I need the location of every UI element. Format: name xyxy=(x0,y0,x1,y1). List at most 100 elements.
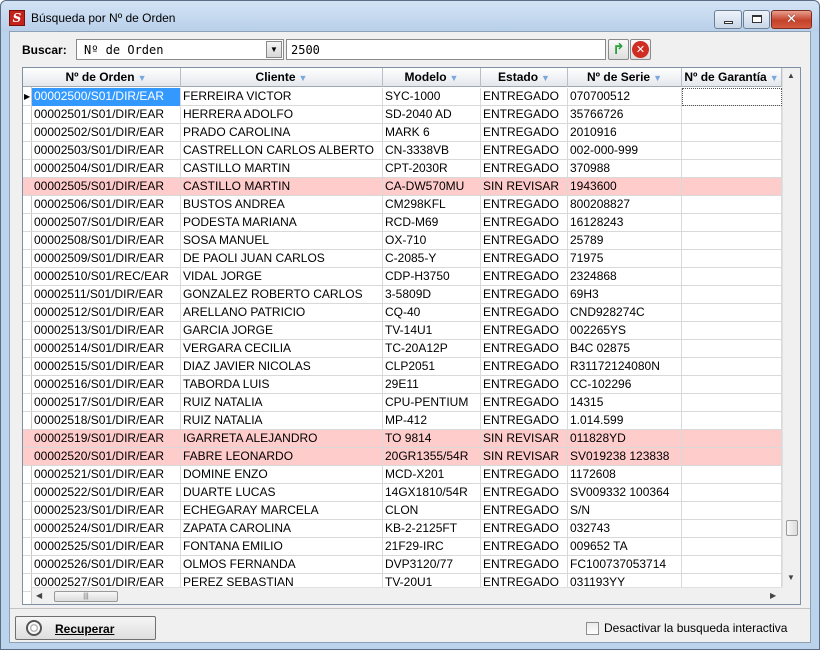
vertical-scroll-thumb[interactable] xyxy=(786,520,798,536)
table-row[interactable]: 00002516/S01/DIR/EAR TABORDA LUIS 29E11 ENT… xyxy=(23,376,782,394)
cell-serie[interactable]: 011828YD xyxy=(568,430,682,448)
cell-garantia[interactable] xyxy=(682,196,782,214)
table-row[interactable]: 00002524/S01/DIR/EAR ZAPATA CAROLINA KB-2-… xyxy=(23,520,782,538)
table-row[interactable]: 00002509/S01/DIR/EAR DE PAOLI JUAN CARLOS… xyxy=(23,250,782,268)
cell-cliente[interactable]: VERGARA CECILIA xyxy=(181,340,383,358)
minimize-button[interactable] xyxy=(714,10,742,29)
cell-garantia[interactable] xyxy=(682,448,782,466)
table-row[interactable]: 00002518/S01/DIR/EAR RUIZ NATALIA MP-412 EN… xyxy=(23,412,782,430)
cell-serie[interactable]: FC100737053714 xyxy=(568,556,682,574)
table-row[interactable]: ▶ 00002500/S01/DIR/EAR FERREIRA VICTOR SYC-… xyxy=(23,88,782,106)
cell-cliente[interactable]: TABORDA LUIS xyxy=(181,376,383,394)
cell-orden[interactable]: 00002522/S01/DIR/EAR xyxy=(32,484,181,502)
search-field-select[interactable]: Nº de Orden ▼ xyxy=(76,39,284,60)
cell-modelo[interactable]: SD-2040 AD xyxy=(383,106,481,124)
cell-cliente[interactable]: PODESTA MARIANA xyxy=(181,214,383,232)
table-row[interactable]: 00002505/S01/DIR/EAR CASTILLO MARTIN CA-DW… xyxy=(23,178,782,196)
cell-cliente[interactable]: DUARTE LUCAS xyxy=(181,484,383,502)
cell-serie[interactable]: 14315 xyxy=(568,394,682,412)
cell-garantia[interactable] xyxy=(682,160,782,178)
cell-orden[interactable]: 00002518/S01/DIR/EAR xyxy=(32,412,181,430)
cell-garantia[interactable] xyxy=(682,538,782,556)
cell-garantia[interactable] xyxy=(682,232,782,250)
cell-cliente[interactable]: RUIZ NATALIA xyxy=(181,394,383,412)
cell-garantia[interactable] xyxy=(682,340,782,358)
table-row[interactable]: 00002521/S01/DIR/EAR DOMINE ENZO MCD-X201 E… xyxy=(23,466,782,484)
cell-modelo[interactable]: 14GX1810/54R xyxy=(383,484,481,502)
cell-cliente[interactable]: DE PAOLI JUAN CARLOS xyxy=(181,250,383,268)
cell-garantia[interactable] xyxy=(682,268,782,286)
cell-orden[interactable]: 00002500/S01/DIR/EAR xyxy=(32,88,181,106)
cell-serie[interactable]: SV019238 123838 xyxy=(568,448,682,466)
table-row[interactable]: 00002507/S01/DIR/EAR PODESTA MARIANA RCD-M… xyxy=(23,214,782,232)
cell-cliente[interactable]: CASTILLO MARTIN xyxy=(181,160,383,178)
horizontal-scroll-thumb[interactable]: ||| xyxy=(54,591,118,602)
cell-serie[interactable]: 1172608 xyxy=(568,466,682,484)
cell-cliente[interactable]: SOSA MANUEL xyxy=(181,232,383,250)
cell-serie[interactable]: CC-102296 xyxy=(568,376,682,394)
cell-modelo[interactable]: 3-5809D xyxy=(383,286,481,304)
cell-serie[interactable]: R31172124080N xyxy=(568,358,682,376)
cell-cliente[interactable]: CASTILLO MARTIN xyxy=(181,178,383,196)
cell-garantia[interactable] xyxy=(682,520,782,538)
cell-cliente[interactable]: HERRERA ADOLFO xyxy=(181,106,383,124)
cell-garantia[interactable] xyxy=(682,142,782,160)
cell-estado[interactable]: ENTREGADO xyxy=(481,502,568,520)
cell-serie[interactable]: 71975 xyxy=(568,250,682,268)
cell-modelo[interactable]: 29E11 xyxy=(383,376,481,394)
sort-arrow-icon[interactable]: ▼ xyxy=(541,73,550,83)
cell-modelo[interactable]: CA-DW570MU xyxy=(383,178,481,196)
cell-orden[interactable]: 00002519/S01/DIR/EAR xyxy=(32,430,181,448)
cell-orden[interactable]: 00002509/S01/DIR/EAR xyxy=(32,250,181,268)
cell-serie[interactable]: 032743 xyxy=(568,520,682,538)
cell-serie[interactable]: 25789 xyxy=(568,232,682,250)
table-row[interactable]: 00002520/S01/DIR/EAR FABRE LEONARDO 20GR13… xyxy=(23,448,782,466)
table-row[interactable]: 00002523/S01/DIR/EAR ECHEGARAY MARCELA CLO… xyxy=(23,502,782,520)
cell-cliente[interactable]: CASTRELLON CARLOS ALBERTO xyxy=(181,142,383,160)
cell-modelo[interactable]: KB-2-2125FT xyxy=(383,520,481,538)
header-col-estado[interactable]: Estado ▼ xyxy=(481,68,568,87)
cell-modelo[interactable]: CLP2051 xyxy=(383,358,481,376)
cell-garantia[interactable] xyxy=(682,250,782,268)
scroll-up-icon[interactable]: ▲ xyxy=(787,71,795,80)
cell-orden[interactable]: 00002520/S01/DIR/EAR xyxy=(32,448,181,466)
disable-interactive-search-label[interactable]: Desactivar la busqueda interactiva xyxy=(604,621,787,635)
cell-orden[interactable]: 00002507/S01/DIR/EAR xyxy=(32,214,181,232)
table-row[interactable]: 00002517/S01/DIR/EAR RUIZ NATALIA CPU-PENT… xyxy=(23,394,782,412)
cell-cliente[interactable]: DIAZ JAVIER NICOLAS xyxy=(181,358,383,376)
scroll-left-icon[interactable]: ◀ xyxy=(36,591,42,600)
cell-orden[interactable]: 00002525/S01/DIR/EAR xyxy=(32,538,181,556)
cell-estado[interactable]: SIN REVISAR xyxy=(481,430,568,448)
cell-garantia[interactable] xyxy=(682,106,782,124)
cell-modelo[interactable]: CLON xyxy=(383,502,481,520)
sort-arrow-icon[interactable]: ▼ xyxy=(138,73,147,83)
cell-serie[interactable]: 009652 TA xyxy=(568,538,682,556)
cell-orden[interactable]: 00002516/S01/DIR/EAR xyxy=(32,376,181,394)
cell-cliente[interactable]: PRADO CAROLINA xyxy=(181,124,383,142)
table-row[interactable]: 00002522/S01/DIR/EAR DUARTE LUCAS 14GX1810… xyxy=(23,484,782,502)
cell-cliente[interactable]: ARELLANO PATRICIO xyxy=(181,304,383,322)
cell-estado[interactable]: ENTREGADO xyxy=(481,160,568,178)
table-row[interactable]: 00002519/S01/DIR/EAR IGARRETA ALEJANDRO TO… xyxy=(23,430,782,448)
header-col-nro-orden[interactable]: Nº de Orden ▼ xyxy=(32,68,181,87)
cell-modelo[interactable]: CM298KFL xyxy=(383,196,481,214)
results-grid[interactable]: Nº de Orden ▼ Cliente ▼ Modelo ▼ Estado ▼ Nº de … xyxy=(22,67,801,605)
table-row[interactable]: 00002515/S01/DIR/EAR DIAZ JAVIER NICOLAS C… xyxy=(23,358,782,376)
cell-garantia[interactable] xyxy=(682,304,782,322)
cell-cliente[interactable]: ECHEGARAY MARCELA xyxy=(181,502,383,520)
cell-estado[interactable]: ENTREGADO xyxy=(481,196,568,214)
cell-modelo[interactable]: MP-412 xyxy=(383,412,481,430)
search-go-button[interactable]: ↱ xyxy=(608,39,629,60)
cell-serie[interactable]: 1.014.599 xyxy=(568,412,682,430)
cell-orden[interactable]: 00002504/S01/DIR/EAR xyxy=(32,160,181,178)
cell-serie[interactable]: B4C 02875 xyxy=(568,340,682,358)
cell-cliente[interactable]: IGARRETA ALEJANDRO xyxy=(181,430,383,448)
cell-estado[interactable]: ENTREGADO xyxy=(481,124,568,142)
clear-search-button[interactable]: ✕ xyxy=(630,39,651,60)
sort-arrow-icon[interactable]: ▼ xyxy=(770,73,779,83)
cell-garantia[interactable] xyxy=(682,124,782,142)
table-row[interactable]: 00002508/S01/DIR/EAR SOSA MANUEL OX-710 ENT… xyxy=(23,232,782,250)
cell-estado[interactable]: ENTREGADO xyxy=(481,214,568,232)
cell-estado[interactable]: ENTREGADO xyxy=(481,88,568,106)
cell-modelo[interactable]: RCD-M69 xyxy=(383,214,481,232)
